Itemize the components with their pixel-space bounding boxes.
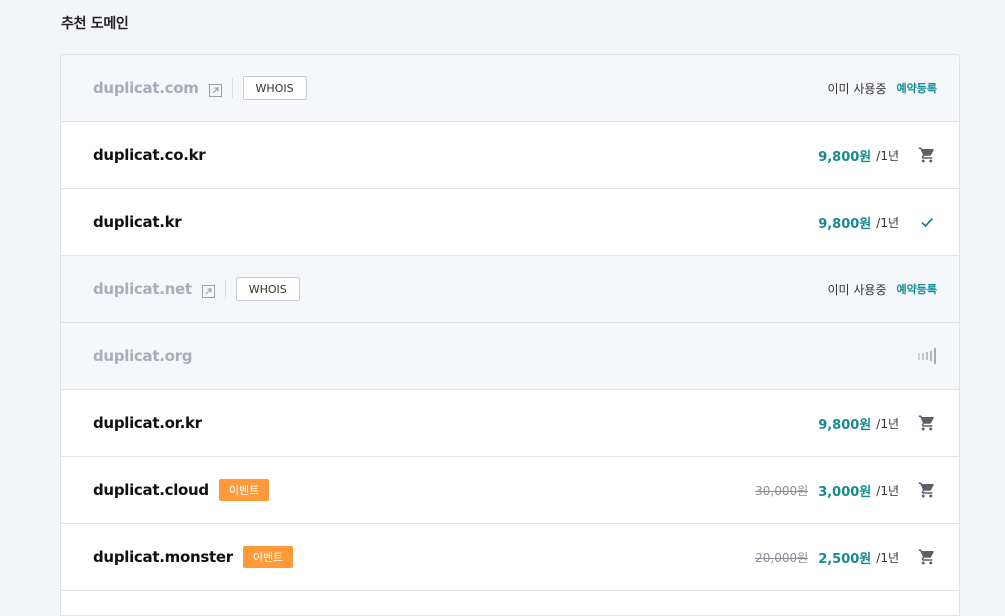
divider [231,78,233,98]
price: 9,800원 [818,417,872,433]
cart-icon[interactable] [917,547,937,567]
domain-name: duplicat.net [93,280,192,298]
event-badge: 이벤트 [218,479,270,501]
whois-button[interactable]: WHOIS [235,277,300,301]
price: 9,800원 [818,216,872,232]
period: /1년 [876,550,899,565]
status-in-use: 이미 사용중 [827,282,887,297]
domain-row: duplicat.com WHOIS 이미 사용중 예약등록 [61,55,959,122]
price: 2,500원 [818,551,872,567]
reserve-link[interactable]: 예약등록 [897,80,937,96]
cart-icon[interactable] [917,480,937,500]
status-in-use: 이미 사용중 [827,81,887,96]
event-badge: 이벤트 [242,546,294,568]
domain-name: duplicat.org [93,347,193,365]
domain-name: duplicat.com [93,79,199,97]
domain-row: duplicat.cloud 이벤트 30,000원 3,000원 /1년 [61,457,959,524]
domain-list: duplicat.com WHOIS 이미 사용중 예약등록 duplicat.… [60,54,960,616]
period: /1년 [876,483,899,498]
domain-name: duplicat.cloud [93,481,209,499]
period: /1년 [876,148,899,163]
original-price: 20,000원 [755,550,809,565]
period: /1년 [876,215,899,230]
domain-row: duplicat.monster 이벤트 20,000원 2,500원 /1년 [61,524,959,591]
domain-name: duplicat.or.kr [93,414,202,432]
domain-name: duplicat.kr [93,213,182,231]
domain-row: duplicat.kr 9,800원 /1년 [61,189,959,256]
original-price: 30,000원 [755,483,809,498]
loading-icon [917,346,937,366]
domain-row: duplicat.co.kr 9,800원 /1년 [61,122,959,189]
price: 3,000원 [818,484,872,500]
domain-name: duplicat.monster [93,548,233,566]
domain-row: duplicat.net WHOIS 이미 사용중 예약등록 [61,256,959,323]
period: /1년 [876,416,899,431]
cart-icon[interactable] [917,413,937,433]
section-title: 추천 도메인 [61,16,129,32]
reserve-link[interactable]: 예약등록 [897,281,937,297]
divider [224,279,226,299]
check-icon[interactable] [917,212,937,232]
external-link-icon[interactable] [208,82,222,97]
whois-button[interactable]: WHOIS [242,76,307,100]
cart-icon[interactable] [917,145,937,165]
domain-row: duplicat.org [61,323,959,390]
price: 9,800원 [818,149,872,165]
external-link-icon[interactable] [201,283,215,298]
domain-row: duplicat.or.kr 9,800원 /1년 [61,390,959,457]
domain-name: duplicat.co.kr [93,146,206,164]
